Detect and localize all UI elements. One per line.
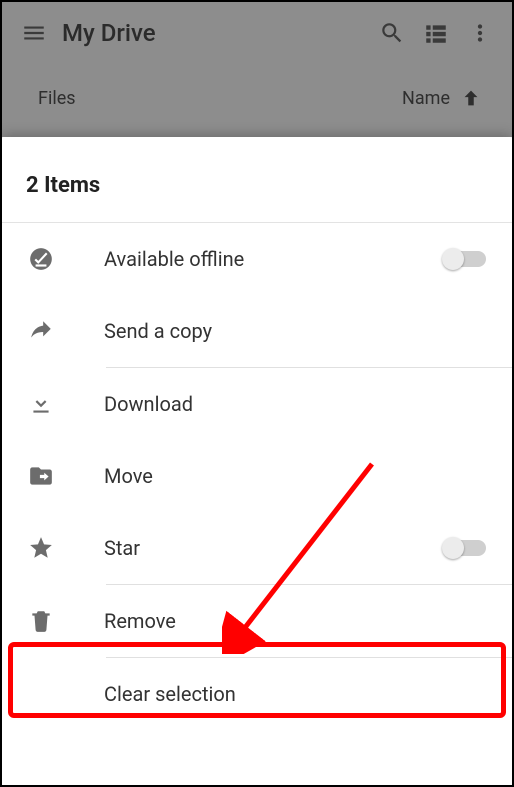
remove-row[interactable]: Remove	[2, 585, 512, 657]
star-icon	[24, 535, 58, 561]
move-row[interactable]: Move	[2, 440, 512, 512]
search-icon[interactable]	[370, 11, 414, 55]
download-icon	[24, 391, 58, 417]
remove-label: Remove	[104, 609, 176, 633]
trash-icon	[24, 608, 58, 634]
app-bar: My Drive	[2, 2, 512, 64]
view-list-icon[interactable]	[414, 11, 458, 55]
offline-toggle[interactable]	[444, 247, 490, 271]
clear-selection-row[interactable]: Clear selection	[2, 658, 512, 730]
sort-control[interactable]: Name	[402, 87, 482, 109]
arrow-up-icon	[460, 87, 482, 109]
files-label: Files	[38, 88, 76, 109]
send-copy-row[interactable]: Send a copy	[2, 295, 512, 367]
move-label: Move	[104, 464, 153, 488]
download-label: Download	[104, 392, 193, 416]
available-offline-label: Available offline	[104, 247, 244, 271]
more-vert-icon[interactable]	[458, 11, 502, 55]
download-row[interactable]: Download	[2, 368, 512, 440]
available-offline-row[interactable]: Available offline	[2, 223, 512, 295]
star-row[interactable]: Star	[2, 512, 512, 584]
share-arrow-icon	[24, 318, 58, 344]
offline-pin-icon	[24, 246, 58, 272]
star-label: Star	[104, 536, 140, 560]
page-title: My Drive	[62, 19, 370, 47]
star-toggle[interactable]	[444, 536, 490, 560]
sort-label: Name	[402, 88, 450, 109]
list-subheader: Files Name	[2, 64, 512, 132]
sheet-title: 2 Items	[2, 147, 512, 222]
menu-icon[interactable]	[12, 11, 56, 55]
folder-move-icon	[24, 463, 58, 489]
send-copy-label: Send a copy	[104, 319, 212, 343]
action-sheet: 2 Items Available offline Send a copy Do…	[2, 137, 512, 785]
clear-selection-label: Clear selection	[104, 682, 236, 706]
